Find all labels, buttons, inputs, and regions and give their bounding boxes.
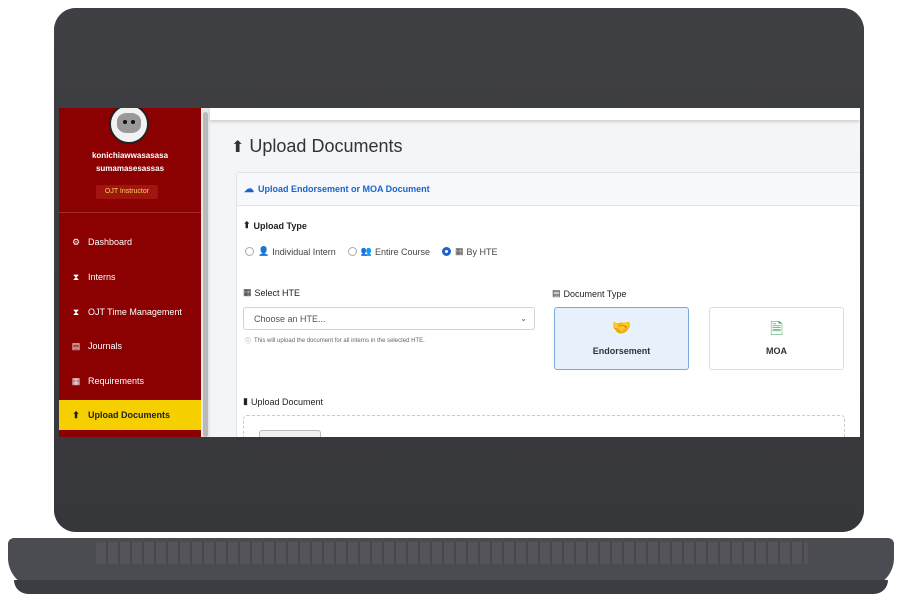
user-name: konichiawwasasasa sumamasesassas: [91, 151, 169, 173]
file-dropzone[interactable]: [243, 415, 845, 437]
radio-label: Entire Course: [374, 246, 431, 257]
card-header-title: Upload Endorsement or MOA Document: [258, 184, 430, 194]
sidebar-item-interns[interactable]: ⧗ Interns: [59, 262, 201, 292]
sidebar-item-dashboard[interactable]: ⚙ Dashboard: [59, 227, 201, 257]
radio-individual-intern[interactable]: 👤 Individual Intern: [245, 246, 336, 257]
page-title: ⬆ Upload Documents: [231, 136, 403, 157]
sidebar-item-journals[interactable]: ▤ Journals: [59, 331, 201, 361]
sidebar-item-label: Journals: [88, 341, 123, 351]
doc-type-label: MOA: [766, 346, 787, 356]
avatar[interactable]: [109, 108, 149, 144]
upload-type-label-text: Upload Type: [253, 220, 307, 231]
choose-file-button[interactable]: [259, 430, 321, 437]
doc-type-label: Endorsement: [592, 346, 651, 356]
upload-type-radio-group: 👤 Individual Intern 👥 Entire Course ▦ By…: [245, 246, 510, 257]
page-title-text: Upload Documents: [249, 136, 403, 156]
sidebar-item-requirements[interactable]: ▦ Requirements: [59, 366, 201, 396]
sidebar-scrollbar-thumb[interactable]: [203, 112, 208, 437]
dashboard-icon: ⚙: [71, 236, 81, 247]
top-navbar: [210, 108, 860, 120]
sidebar-item-label: Dashboard: [88, 237, 133, 247]
radio-button[interactable]: [245, 247, 254, 256]
chevron-down-icon: ⌄: [520, 314, 527, 323]
select-hte-label: ▦ Select HTE: [243, 287, 300, 298]
upload-type-label: ⬆ Upload Type: [243, 220, 307, 231]
sidebar-item-label: Requirements: [88, 376, 145, 386]
sidebar-item-ojt-time-management[interactable]: ⧗ OJT Time Management: [59, 297, 201, 327]
journal-icon: ▤: [71, 340, 81, 351]
avatar-eye-right: [131, 120, 135, 124]
hte-select-value: Choose an HTE...: [254, 313, 326, 324]
user-icon: 👤: [258, 246, 270, 256]
laptop-screen: konichiawwasasasa sumamasesassas OJT Ins…: [59, 108, 860, 437]
sidebar-item-label: OJT Time Management: [88, 307, 182, 317]
radio-label: Individual Intern: [272, 246, 336, 257]
handshake-icon: 🤝: [611, 320, 632, 337]
laptop-keyboard: [96, 542, 808, 564]
avatar-eye-left: [123, 120, 127, 124]
help-text: ⓘ This will upload the document for all …: [245, 336, 425, 346]
hourglass-icon: ⧗: [72, 306, 80, 317]
sidebar-item-label: Upload Documents: [88, 410, 171, 420]
sidebar-item-upload-documents[interactable]: ⬆ Upload Documents: [59, 400, 201, 430]
document-type-label-text: Document Type: [563, 288, 627, 299]
upload-icon: ⬆: [231, 138, 245, 156]
doc-type-endorsement[interactable]: 🤝 Endorsement: [554, 307, 689, 370]
sidebar: konichiawwasasasa sumamasesassas OJT Ins…: [59, 108, 201, 437]
info-icon: ⓘ: [245, 339, 252, 345]
pdf-file-icon: 🗎: [770, 321, 783, 338]
file-icon: ▤: [552, 288, 561, 298]
users-icon: 👥: [360, 246, 372, 256]
upload-card: ☁ Upload Endorsement or MOA Document: [236, 172, 860, 437]
role-badge: OJT Instructor: [96, 185, 158, 199]
radio-button-selected[interactable]: [442, 247, 452, 256]
sidebar-divider: [59, 212, 201, 213]
upload-document-label-text: Upload Document: [250, 396, 323, 407]
upload-document-label: ▮ Upload Document: [243, 396, 323, 407]
radio-by-hte[interactable]: ▦ By HTE: [442, 246, 498, 257]
help-text-content: This will upload the document for all in…: [254, 337, 425, 344]
laptop-base-edge: [14, 580, 888, 594]
building-icon: ▦: [455, 246, 464, 256]
avatar-face: [117, 113, 141, 133]
hourglass-icon: ⧗: [72, 271, 80, 282]
file-icon: ▦: [71, 375, 81, 386]
select-hte-label-text: Select HTE: [254, 287, 301, 298]
sidebar-item-label: Interns: [88, 272, 116, 282]
doc-type-moa[interactable]: 🗎 MOA: [709, 307, 844, 370]
hte-select[interactable]: Choose an HTE... ⌄: [243, 307, 535, 330]
radio-label: By HTE: [466, 246, 498, 257]
radio-button[interactable]: [347, 247, 357, 256]
upload-icon: ⬆: [72, 409, 80, 420]
file-icon: ▮: [243, 396, 248, 406]
radio-entire-course[interactable]: 👥 Entire Course: [347, 246, 431, 257]
document-type-label: ▤ Document Type: [552, 288, 626, 299]
upload-icon: ⬆: [243, 220, 251, 230]
building-icon: ▦: [243, 287, 252, 297]
card-header: ☁ Upload Endorsement or MOA Document: [237, 173, 860, 206]
cloud-upload-icon: ☁: [244, 183, 254, 195]
